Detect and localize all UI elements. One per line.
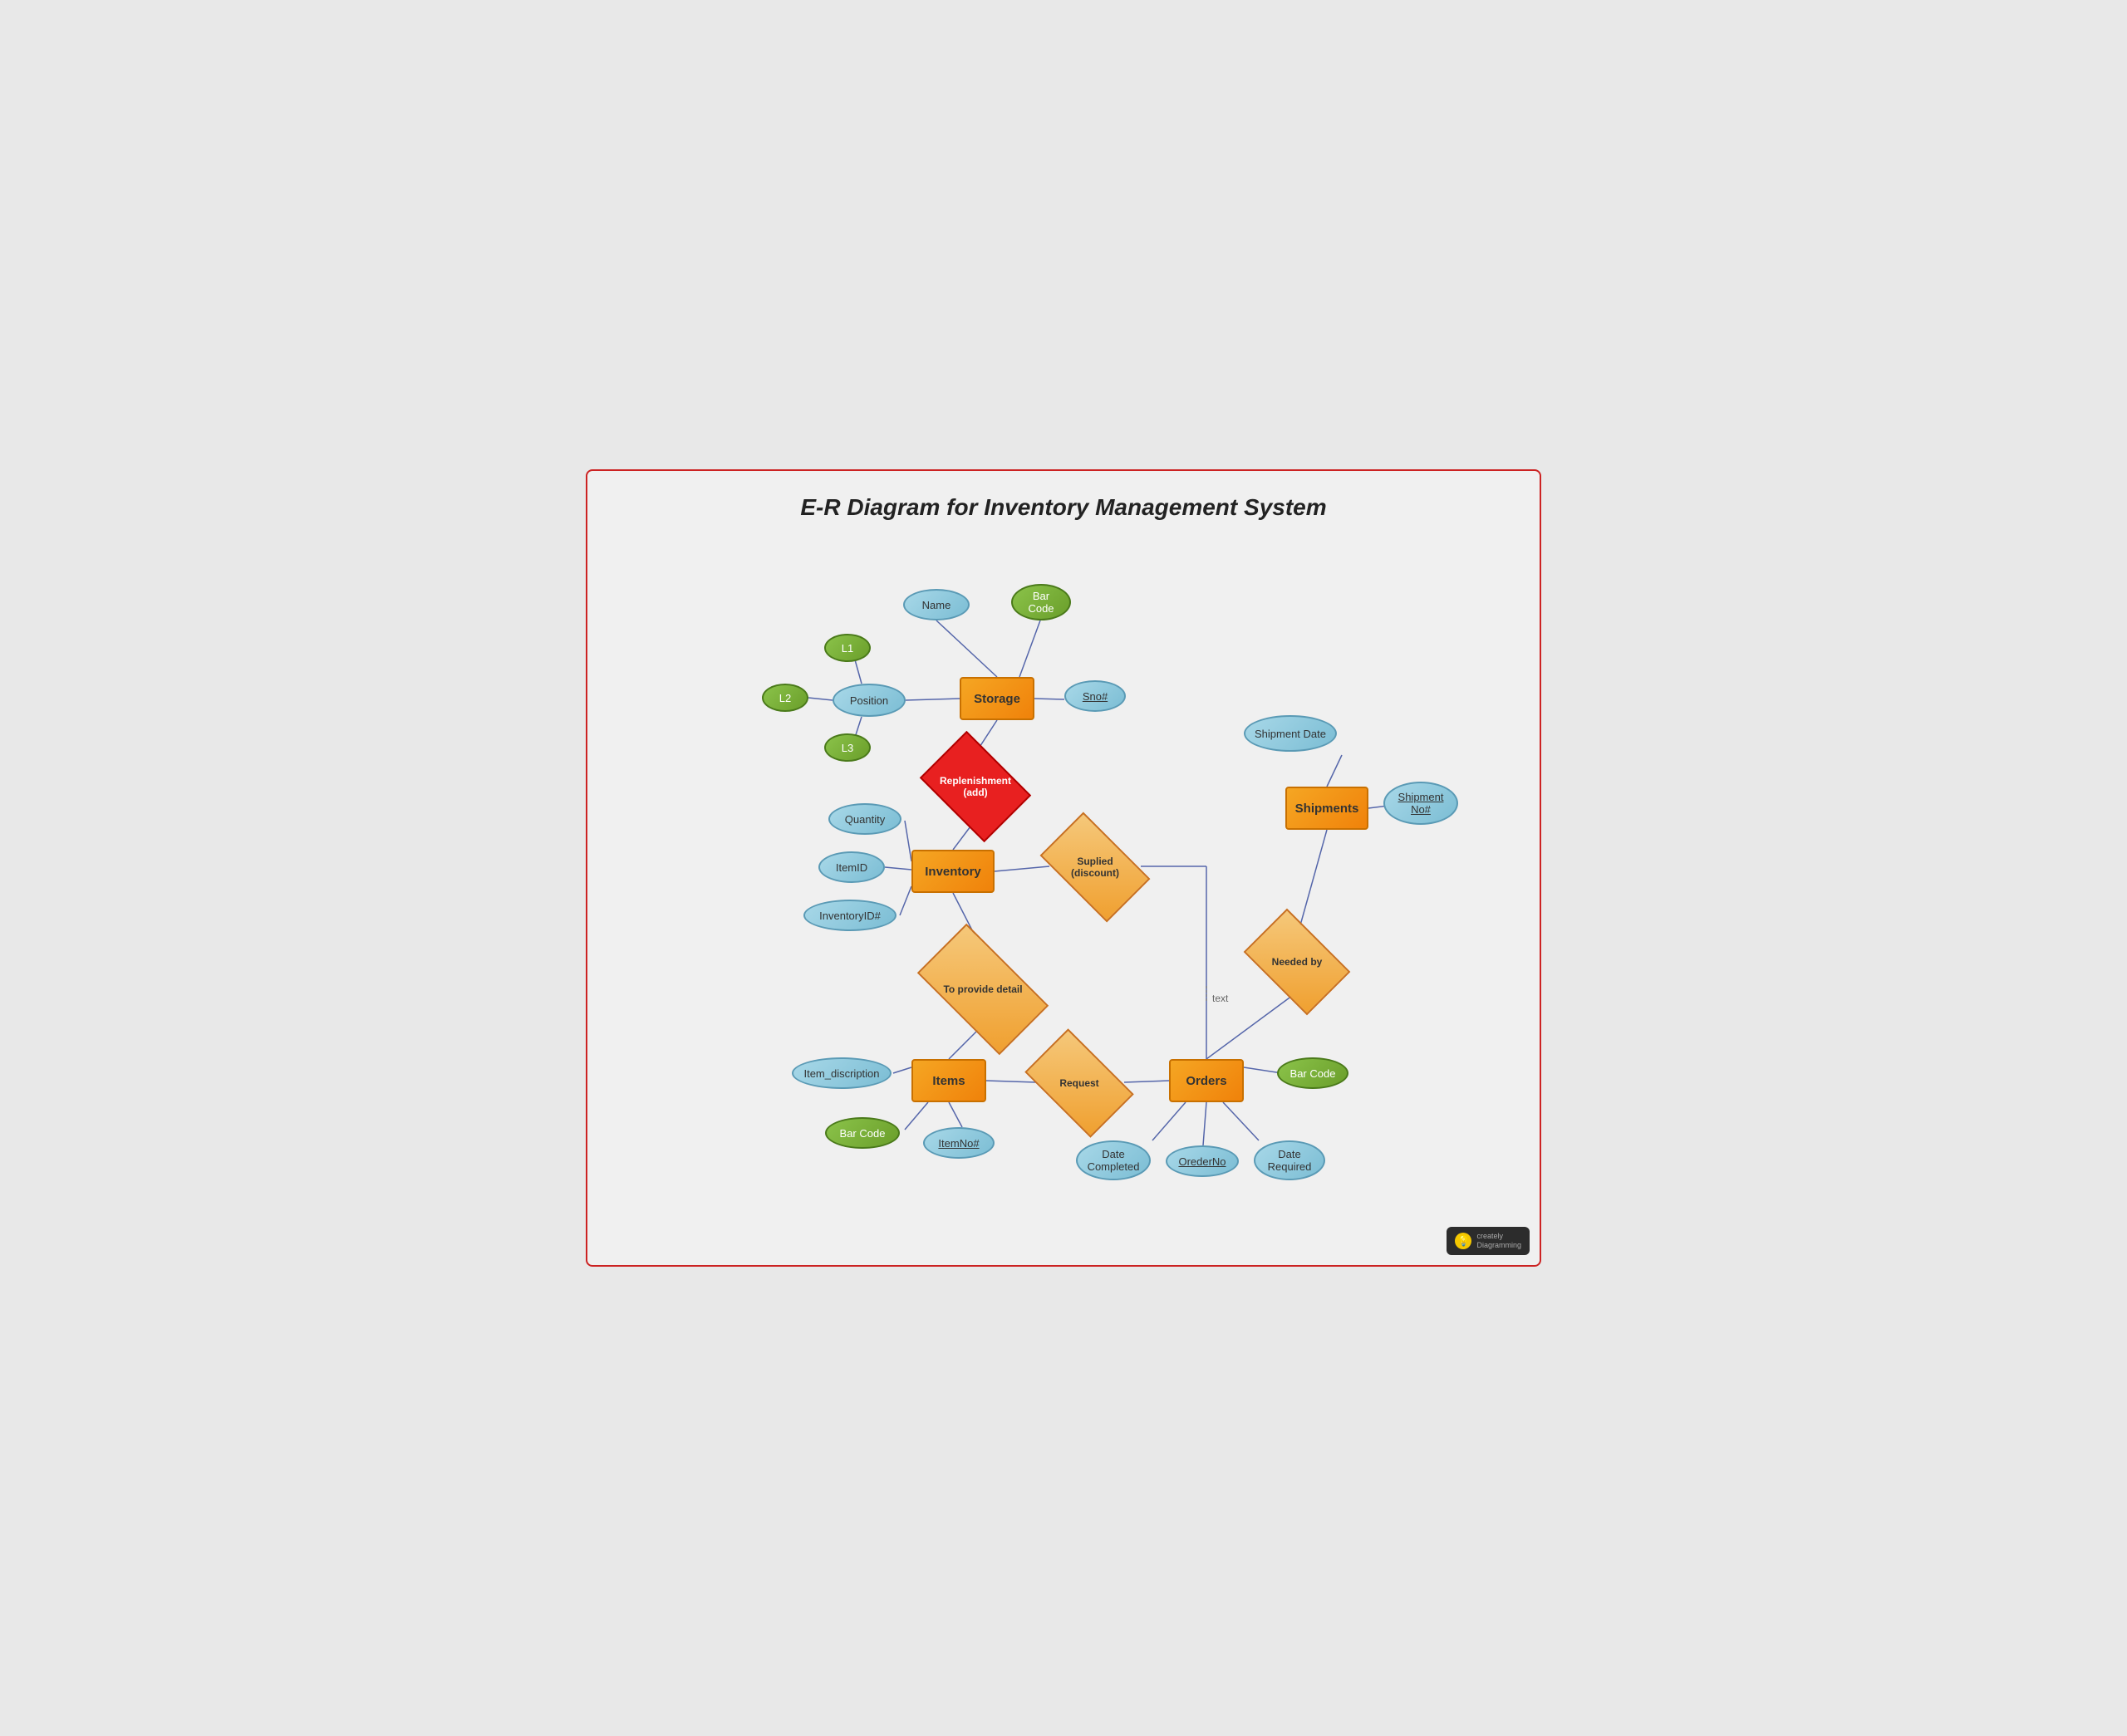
entity-shipments: Shipments <box>1285 787 1368 830</box>
attr-itemno: ItemNo# <box>923 1127 995 1159</box>
attr-barcode-orders: Bar Code <box>1277 1057 1348 1089</box>
attr-inventoryid: InventoryID# <box>803 900 896 931</box>
attr-itemid: ItemID <box>818 851 885 883</box>
creately-bulb-icon: 💡 <box>1455 1233 1471 1249</box>
rel-toprovide: To provide detail <box>925 954 1041 1024</box>
rel-request: Request <box>1033 1052 1126 1114</box>
attr-l1: L1 <box>824 634 871 662</box>
rel-supplied: Suplied(discount) <box>1048 836 1142 898</box>
attr-barcode-items: Bar Code <box>825 1117 900 1149</box>
attr-datecompleted: DateCompleted <box>1076 1140 1151 1180</box>
entity-inventory: Inventory <box>911 850 995 893</box>
attr-shipmentno: ShipmentNo# <box>1383 782 1458 825</box>
creately-brand: creately Diagramming <box>1476 1232 1521 1250</box>
attr-orderno: OrederNo <box>1166 1145 1239 1177</box>
entity-orders: Orders <box>1169 1059 1244 1102</box>
attr-name: Name <box>903 589 970 620</box>
attr-daterequired: DateRequired <box>1254 1140 1325 1180</box>
attr-position: Position <box>833 684 906 717</box>
attr-sno: Sno# <box>1064 680 1126 712</box>
attr-quantity: Quantity <box>828 803 901 835</box>
creately-logo: 💡 creately Diagramming <box>1447 1227 1530 1255</box>
attr-item-desc: Item_discription <box>792 1057 892 1089</box>
text-note: text <box>1212 993 1228 1004</box>
attr-l3: L3 <box>824 733 871 762</box>
attr-l2: L2 <box>762 684 808 712</box>
rel-neededby: Needed by <box>1252 931 1342 993</box>
diagram-title: E-R Diagram for Inventory Management Sys… <box>587 471 1540 529</box>
diagram-container: E-R Diagram for Inventory Management Sys… <box>586 469 1541 1267</box>
attr-barcode-storage: BarCode <box>1011 584 1071 620</box>
entity-storage: Storage <box>960 677 1034 720</box>
rel-replenishment: Replenishment(add) <box>930 753 1021 820</box>
entity-items: Items <box>911 1059 986 1102</box>
attr-shipmentdate: Shipment Date <box>1244 715 1337 752</box>
